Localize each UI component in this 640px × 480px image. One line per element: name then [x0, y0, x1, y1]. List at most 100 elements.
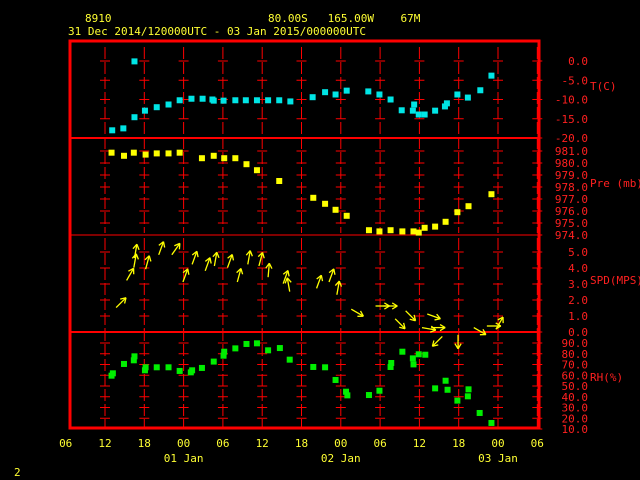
station-location: 80.00S 165.00W 67M — [268, 12, 421, 25]
grid — [70, 47, 543, 430]
relative-humidity-point — [198, 364, 205, 371]
pressure-point — [454, 209, 461, 216]
wind-arrow-head — [231, 254, 235, 261]
wind-arrow — [115, 297, 127, 309]
panel-title-temperature: T(C) — [590, 80, 617, 93]
x-tick-label: 00 — [334, 437, 347, 450]
pressure-point — [130, 149, 137, 156]
relative-humidity-point — [141, 367, 148, 374]
wind-arrow-head — [249, 250, 253, 257]
temperature-point — [153, 104, 160, 111]
relative-humidity-point — [399, 348, 406, 355]
wind-arrow-head — [434, 318, 441, 321]
relative-humidity-point — [210, 358, 217, 365]
relative-humidity-point — [376, 387, 383, 394]
pressure-point — [232, 155, 239, 162]
pressure-point — [243, 161, 250, 168]
station-id: 8910 — [85, 12, 112, 25]
pressure-point — [365, 227, 372, 234]
wind-arrow — [226, 253, 235, 268]
wind-arrow — [204, 257, 212, 272]
pressure-point — [488, 191, 495, 198]
wind-arrow — [257, 252, 265, 267]
temperature-point — [109, 127, 116, 134]
date-label: 02 Jan — [321, 452, 361, 465]
x-tick-label: 18 — [452, 437, 465, 450]
relative-humidity-point — [221, 348, 228, 355]
pressure-point — [432, 223, 439, 230]
wind-arrow-head — [287, 270, 290, 277]
temperature-point — [220, 97, 227, 104]
relative-humidity-point — [444, 386, 451, 393]
x-tick-label: 06 — [373, 437, 386, 450]
relative-humidity-point — [415, 351, 422, 358]
relative-humidity-point — [232, 345, 239, 352]
temperature-point — [165, 101, 172, 108]
relative-humidity-point — [464, 393, 471, 400]
temperature-point — [332, 91, 339, 98]
temperature-point — [309, 94, 316, 101]
temperature-point — [253, 97, 260, 104]
temperature-point — [421, 111, 428, 118]
wind-arrow-head — [136, 243, 140, 251]
relative-humidity-point — [332, 376, 339, 383]
x-tick-label: 12 — [413, 437, 426, 450]
relative-humidity-point — [286, 356, 293, 363]
pressure-point — [142, 151, 149, 158]
wind-arrow-head — [320, 275, 324, 282]
wind-arrow — [328, 268, 336, 283]
temperature-point — [322, 89, 329, 96]
temperature-point — [210, 97, 217, 104]
wind-arrow — [284, 277, 292, 292]
relative-humidity-point — [442, 377, 449, 384]
pressure-point — [322, 200, 329, 207]
temperature-point — [232, 97, 239, 104]
wind-arrow — [212, 251, 220, 267]
relative-humidity-point — [388, 359, 395, 366]
y-tick-label: 5.0 — [568, 246, 588, 259]
wind-arrow — [245, 250, 253, 265]
x-tick-label: 00 — [491, 437, 504, 450]
x-tick-label: 12 — [98, 437, 111, 450]
temperature-point — [131, 114, 138, 121]
relative-humidity-point — [365, 392, 372, 399]
temperature-point — [141, 107, 148, 114]
temperature-point — [488, 72, 495, 79]
y-tick-label: 4.0 — [568, 262, 588, 275]
relative-humidity-point — [176, 367, 183, 374]
relative-humidity-point — [165, 364, 172, 371]
y-tick-label: -20.0 — [555, 132, 588, 145]
y-tick-label: 2.0 — [568, 294, 588, 307]
wind-arrow — [394, 318, 406, 330]
temperature-point — [376, 91, 383, 98]
y-tick-label: 1.0 — [568, 310, 588, 323]
temperature-point — [343, 87, 350, 94]
wind-arrow — [315, 274, 324, 289]
pressure-point — [376, 228, 383, 235]
pressure-point — [153, 150, 160, 157]
wind-arrow-head — [209, 257, 212, 264]
pressure-point — [415, 229, 422, 236]
wind-arrow-head — [162, 241, 166, 248]
temperature-point — [415, 111, 422, 118]
relative-humidity-point — [131, 353, 138, 360]
pressure-point — [399, 228, 406, 235]
temperature-point — [443, 100, 450, 107]
wind-arrow — [158, 241, 166, 256]
wind-arrow-head — [187, 268, 190, 275]
time-period: 31 Dec 2014/120000UTC - 03 Jan 2015/0000… — [68, 25, 366, 38]
temperature-point — [131, 58, 138, 65]
pressure-point — [210, 152, 217, 159]
relative-humidity-point — [476, 409, 483, 416]
axis-labels: 0.0-5.0-10.0-15.0-20.0T(C)981.0980.0979.… — [59, 55, 640, 465]
meteogram: 8910 80.00S 165.00W 67M 31 Dec 2014/1200… — [14, 12, 640, 479]
page-number: 2 — [14, 466, 21, 479]
x-tick-label: 06 — [531, 437, 544, 450]
x-tick-label: 06 — [59, 437, 72, 450]
temperature-point — [287, 98, 294, 105]
relative-humidity-point — [410, 361, 417, 368]
wind-arrow — [350, 308, 364, 317]
relative-humidity-point — [409, 355, 416, 362]
relative-humidity-point — [310, 363, 317, 370]
temperature-point — [242, 97, 249, 104]
